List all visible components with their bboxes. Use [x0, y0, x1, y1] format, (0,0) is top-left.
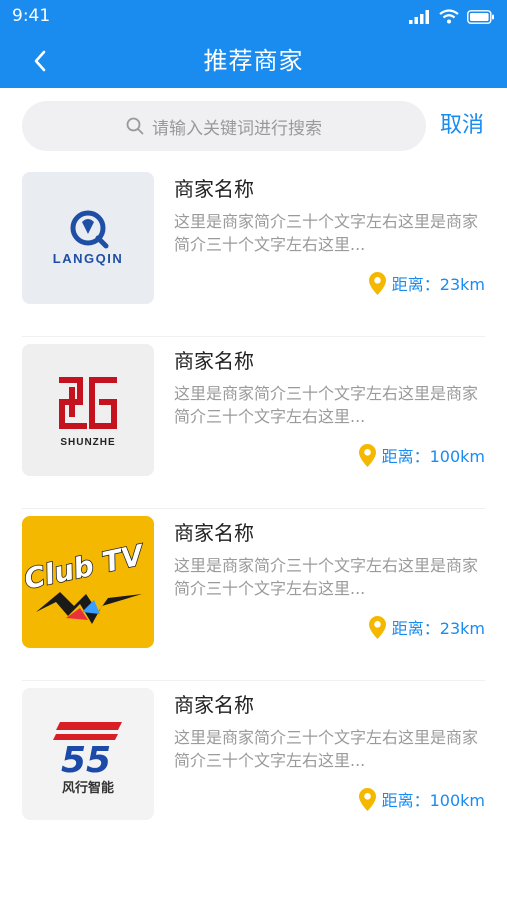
location-pin-icon	[358, 787, 376, 811]
merchant-item[interactable]: Club TV 商家名称 这里是商家简介三十个文字左右这里是商家简介三十个文字左…	[0, 508, 507, 680]
merchant-logo: 55 风行智能	[22, 688, 154, 820]
location-pin-icon	[358, 443, 376, 467]
distance-text: 距离：23km	[391, 619, 485, 638]
merchant-item[interactable]: SHUNZHE 商家名称 这里是商家简介三十个文字左右这里是商家简介三十个文字左…	[0, 336, 507, 508]
merchant-name: 商家名称	[174, 521, 254, 545]
merchant-description: 这里是商家简介三十个文字左右这里是商家简介三十个文字左右这里...	[174, 212, 479, 254]
merchant-description: 这里是商家简介三十个文字左右这里是商家简介三十个文字左右这里...	[174, 384, 479, 426]
logo-text: Club TV	[22, 538, 148, 596]
wifi-icon	[439, 9, 459, 24]
location-pin-icon	[368, 271, 386, 295]
logo-text: LANGQIN	[53, 251, 123, 266]
logo-text: 风行智能	[62, 780, 114, 796]
merchant-list: LANGQIN 商家名称 这里是商家简介三十个文字左右这里是商家简介三十个文字左…	[0, 164, 507, 852]
merchant-item[interactable]: 55 风行智能 商家名称 这里是商家简介三十个文字左右这里是商家简介三十个文字左…	[0, 680, 507, 852]
merchant-name: 商家名称	[174, 693, 254, 717]
status-icons	[409, 9, 495, 24]
merchant-distance: 距离：23km	[368, 271, 485, 295]
merchant-logo: Club TV	[22, 516, 154, 648]
merchant-distance: 距离：23km	[368, 615, 485, 639]
cancel-button[interactable]: 取消	[440, 112, 484, 140]
merchant-description: 这里是商家简介三十个文字左右这里是商家简介三十个文字左右这里...	[174, 728, 479, 770]
merchant-item[interactable]: LANGQIN 商家名称 这里是商家简介三十个文字左右这里是商家简介三十个文字左…	[0, 164, 507, 336]
merchant-logo: LANGQIN	[22, 172, 154, 304]
status-time: 9:41	[12, 6, 51, 26]
nav-bar: 推荐商家	[0, 34, 507, 88]
merchant-distance: 距离：100km	[358, 787, 485, 811]
search-row: 请输入关键词进行搜索 取消	[0, 88, 507, 164]
svg-text:55: 55	[61, 740, 111, 781]
page-title: 推荐商家	[203, 47, 304, 75]
search-placeholder: 请输入关键词进行搜索	[152, 118, 322, 139]
merchant-name: 商家名称	[174, 349, 254, 373]
signal-icon	[409, 9, 429, 24]
logo-text: SHUNZHE	[60, 437, 115, 448]
distance-text: 距离：100km	[381, 791, 485, 810]
search-input[interactable]: 请输入关键词进行搜索	[22, 101, 426, 151]
merchant-logo: SHUNZHE	[22, 344, 154, 476]
distance-text: 距离：23km	[391, 275, 485, 294]
distance-text: 距离：100km	[381, 447, 485, 466]
location-pin-icon	[368, 615, 386, 639]
status-bar: 9:41	[0, 0, 507, 34]
battery-icon	[467, 9, 494, 24]
merchant-distance: 距离：100km	[358, 443, 485, 467]
merchant-name: 商家名称	[174, 177, 254, 201]
search-icon	[126, 117, 144, 135]
merchant-description: 这里是商家简介三十个文字左右这里是商家简介三十个文字左右这里...	[174, 556, 479, 598]
